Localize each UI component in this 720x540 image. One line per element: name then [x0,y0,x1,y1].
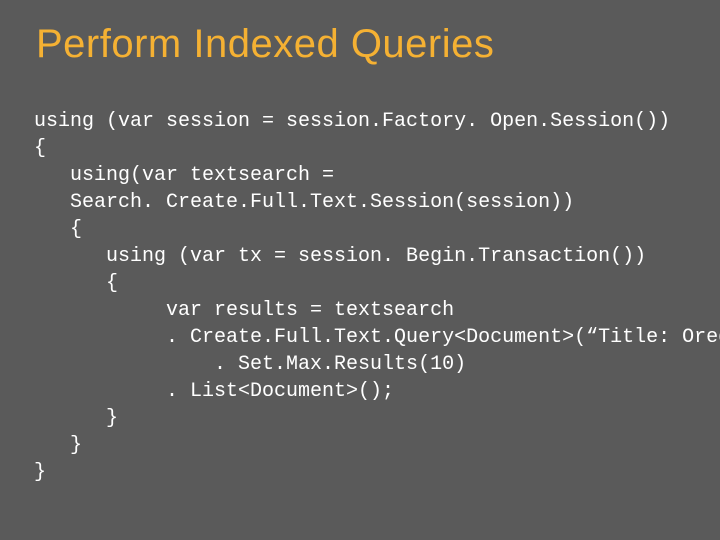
code-line: . List<Document>(); [34,380,394,403]
code-line: { [34,218,82,241]
code-line: { [34,137,46,160]
code-line: } [34,461,46,484]
code-line: . Set.Max.Results(10) [34,353,466,376]
code-block: using (var session = session.Factory. Op… [34,81,690,486]
code-line: using (var tx = session. Begin.Transacti… [34,245,646,268]
code-line: using(var textsearch = [34,164,334,187]
code-line: . Create.Full.Text.Query<Document>(“Titl… [34,326,720,349]
code-line: } [34,407,118,430]
code-line: Search. Create.Full.Text.Session(session… [34,191,574,214]
code-line: var results = textsearch [34,299,454,322]
code-line: { [34,272,118,295]
slide-title: Perform Indexed Queries [36,22,690,67]
slide: Perform Indexed Queries using (var sessi… [0,0,720,540]
code-line: using (var session = session.Factory. Op… [34,110,670,133]
code-line: } [34,434,82,457]
